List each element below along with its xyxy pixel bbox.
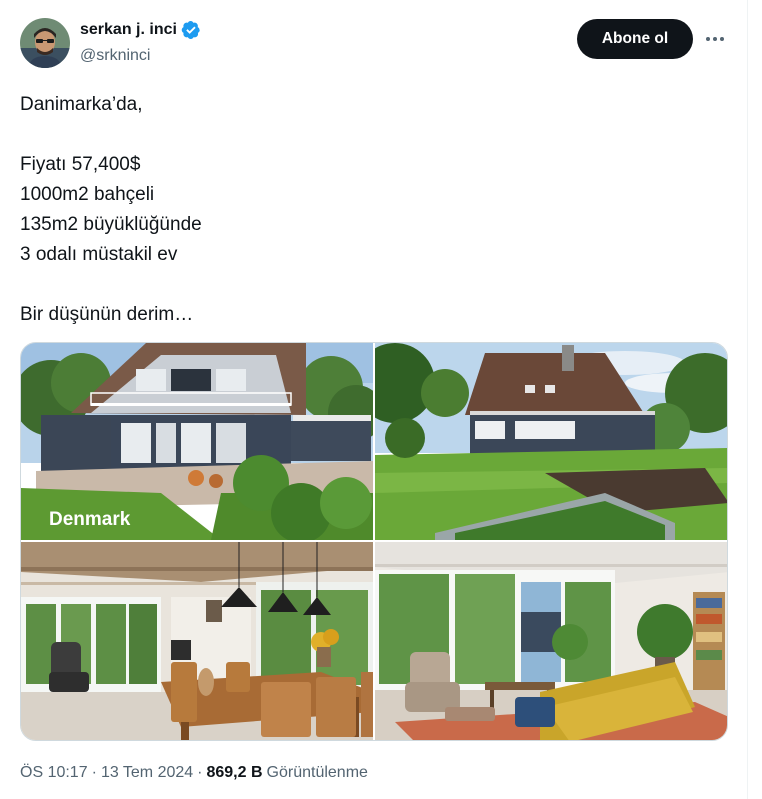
house-exterior-front-photo[interactable]: Denmark	[21, 343, 373, 540]
meta-separator: ·	[91, 764, 97, 781]
house-exterior-garden-photo[interactable]	[375, 343, 727, 540]
tweet-line: Bir düşünün derim…	[20, 304, 194, 325]
meta-separator: ·	[197, 764, 203, 781]
timeline-divider	[747, 0, 748, 799]
tweet-time[interactable]: ÖS 10:17	[20, 764, 88, 782]
views-label: Görüntülenme	[266, 764, 368, 781]
author-handle[interactable]: @srkninci	[80, 47, 150, 65]
tweet-line: 3 odalı müstakil ev	[20, 244, 178, 265]
dining-room-interior-photo[interactable]	[21, 542, 373, 740]
avatar-image	[20, 18, 70, 68]
tweet-meta: ÖS 10:17 · 13 Tem 2024 · 869,2 B Görüntü…	[20, 764, 368, 782]
verified-badge-icon[interactable]	[181, 20, 201, 40]
tweet-line: 1000m2 bahçeli	[20, 184, 155, 205]
tweet-line: Fiyatı 57,400$	[20, 154, 141, 175]
living-room-interior-photo[interactable]	[375, 542, 727, 740]
tweet-line: Danimarka’da,	[20, 94, 143, 115]
author-name-row[interactable]: serkan j. inci	[80, 20, 201, 40]
views-count: 869,2 B	[206, 764, 263, 781]
avatar[interactable]	[20, 18, 70, 68]
tweet-line: 135m2 büyüklüğünde	[20, 214, 202, 235]
author-display-name[interactable]: serkan j. inci	[80, 21, 177, 39]
photo-watermark-text: Denmark	[49, 509, 131, 530]
more-horizontal-icon[interactable]	[700, 26, 730, 52]
media-grid: Denmark	[20, 342, 728, 741]
tweet-date[interactable]: 13 Tem 2024	[101, 764, 193, 782]
tweet-text: Danimarka’da, Fiyatı 57,400$ 1000m2 bahç…	[20, 90, 720, 330]
follow-button[interactable]: Abone ol	[577, 19, 693, 59]
